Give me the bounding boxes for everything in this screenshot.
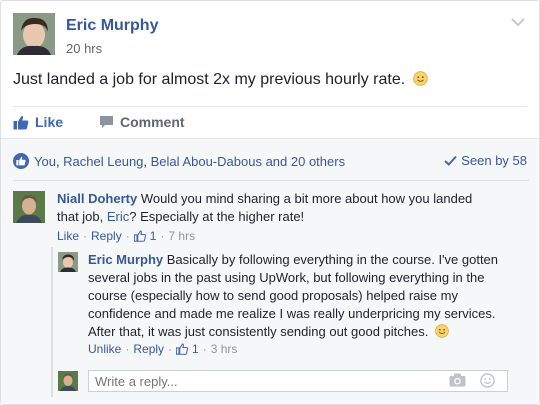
reply-author[interactable]: Eric Murphy [88, 252, 163, 267]
reply-timestamp[interactable]: 3 hrs [211, 342, 238, 356]
commenter-avatar[interactable] [13, 191, 45, 223]
comment-timestamp[interactable]: 7 hrs [168, 229, 195, 243]
reply-like-count[interactable]: 1 [192, 342, 199, 356]
post-card: Eric Murphy 20 hrs Just landed a job for… [0, 0, 540, 405]
comment-author[interactable]: Niall Doherty [57, 191, 137, 206]
comment-reply-link[interactable]: Reply [91, 229, 122, 243]
comment-actions: Like · Reply · 1 · 7 hrs [57, 229, 196, 243]
seen-label: Seen by 58 [461, 153, 527, 168]
reply-body: Eric Murphy Basically by following every… [88, 251, 513, 341]
smiley-icon [412, 71, 428, 86]
comment-icon [100, 116, 113, 128]
chevron-down-icon[interactable] [511, 17, 525, 27]
comment-mention[interactable]: Eric [107, 209, 129, 224]
comment-label: Comment [120, 114, 185, 130]
likers-others[interactable]: and 20 others [266, 154, 346, 169]
reply-author-avatar[interactable] [58, 252, 78, 272]
seen-by[interactable]: Seen by 58 [444, 153, 527, 168]
comment-like-link[interactable]: Like [57, 229, 79, 243]
thumbs-up-icon [176, 343, 189, 355]
reaction-summary[interactable]: You, Rachel Leung, Belal Abou-Dabous and… [13, 153, 345, 169]
author-avatar[interactable] [13, 13, 55, 55]
thumbs-up-icon [133, 230, 146, 242]
comments-divider [13, 180, 529, 181]
thumbs-up-icon [13, 115, 29, 129]
reply-unlike-link[interactable]: Unlike [88, 342, 121, 356]
comment-like-count[interactable]: 1 [150, 229, 157, 243]
post-text: Just landed a job for almost 2x my previ… [13, 71, 406, 88]
post-body: Just landed a job for almost 2x my previ… [13, 71, 428, 89]
comments-section: You, Rachel Leung, Belal Abou-Dabous and… [1, 138, 539, 404]
like-button[interactable]: Like [13, 114, 63, 130]
comment-body: Niall Doherty Would you mind sharing a b… [57, 190, 497, 226]
sticker-icon[interactable] [480, 373, 495, 388]
comment-button[interactable]: Comment [99, 114, 185, 130]
checkmark-icon [444, 155, 457, 166]
post-author-name[interactable]: Eric Murphy [66, 17, 158, 35]
smiley-icon [435, 324, 449, 338]
camera-icon[interactable] [449, 373, 466, 387]
reply-input-tools [449, 373, 495, 388]
like-label: Like [35, 114, 64, 130]
reply-thread-line [51, 247, 53, 397]
liker-name[interactable]: Belal Abou-Dabous [151, 154, 262, 169]
reply-input[interactable] [88, 370, 508, 392]
post-timestamp[interactable]: 20 hrs [66, 41, 102, 56]
like-badge-icon [13, 153, 29, 169]
actions-divider [13, 106, 527, 107]
reply-actions: Unlike · Reply · 1 · 3 hrs [88, 342, 238, 356]
reply-reply-link[interactable]: Reply [133, 342, 164, 356]
liker-name[interactable]: Rachel Leung [63, 154, 143, 169]
comment-text: ? Especially at the higher rate! [129, 209, 305, 224]
current-user-avatar [58, 371, 78, 391]
liker-you[interactable]: You [34, 154, 56, 169]
